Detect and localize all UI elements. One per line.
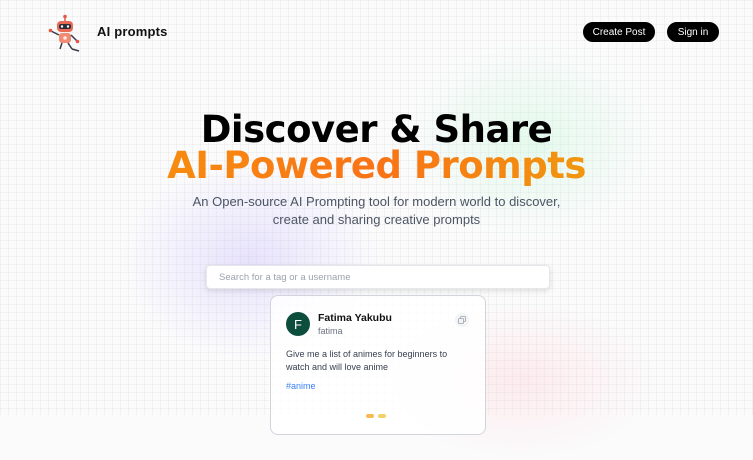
prompt-card: F Fatima Yakubu fatima Give me a list of… [270,295,486,435]
post-author-name[interactable]: Fatima Yakubu [318,312,392,324]
post-author-handle: fatima [318,326,343,336]
brand-name[interactable]: AI prompts [97,24,168,39]
avatar[interactable]: F [286,312,310,336]
sign-in-button[interactable]: Sign in [667,22,719,42]
hero-description: An Open-source AI Prompting tool for mod… [192,194,561,227]
robot-icon[interactable] [46,14,82,52]
prompt-text: Give me a list of animes for beginners t… [286,349,448,372]
copy-button[interactable] [455,313,469,327]
copy-icon [458,316,466,324]
hero-title-gradient: AI-Powered Prompts [0,144,753,188]
search-input[interactable] [206,265,550,289]
tag-link[interactable]: #anime [286,381,316,391]
create-post-button[interactable]: Create Post [583,22,655,42]
navbar: AI prompts Create Post Sign in [0,0,753,64]
